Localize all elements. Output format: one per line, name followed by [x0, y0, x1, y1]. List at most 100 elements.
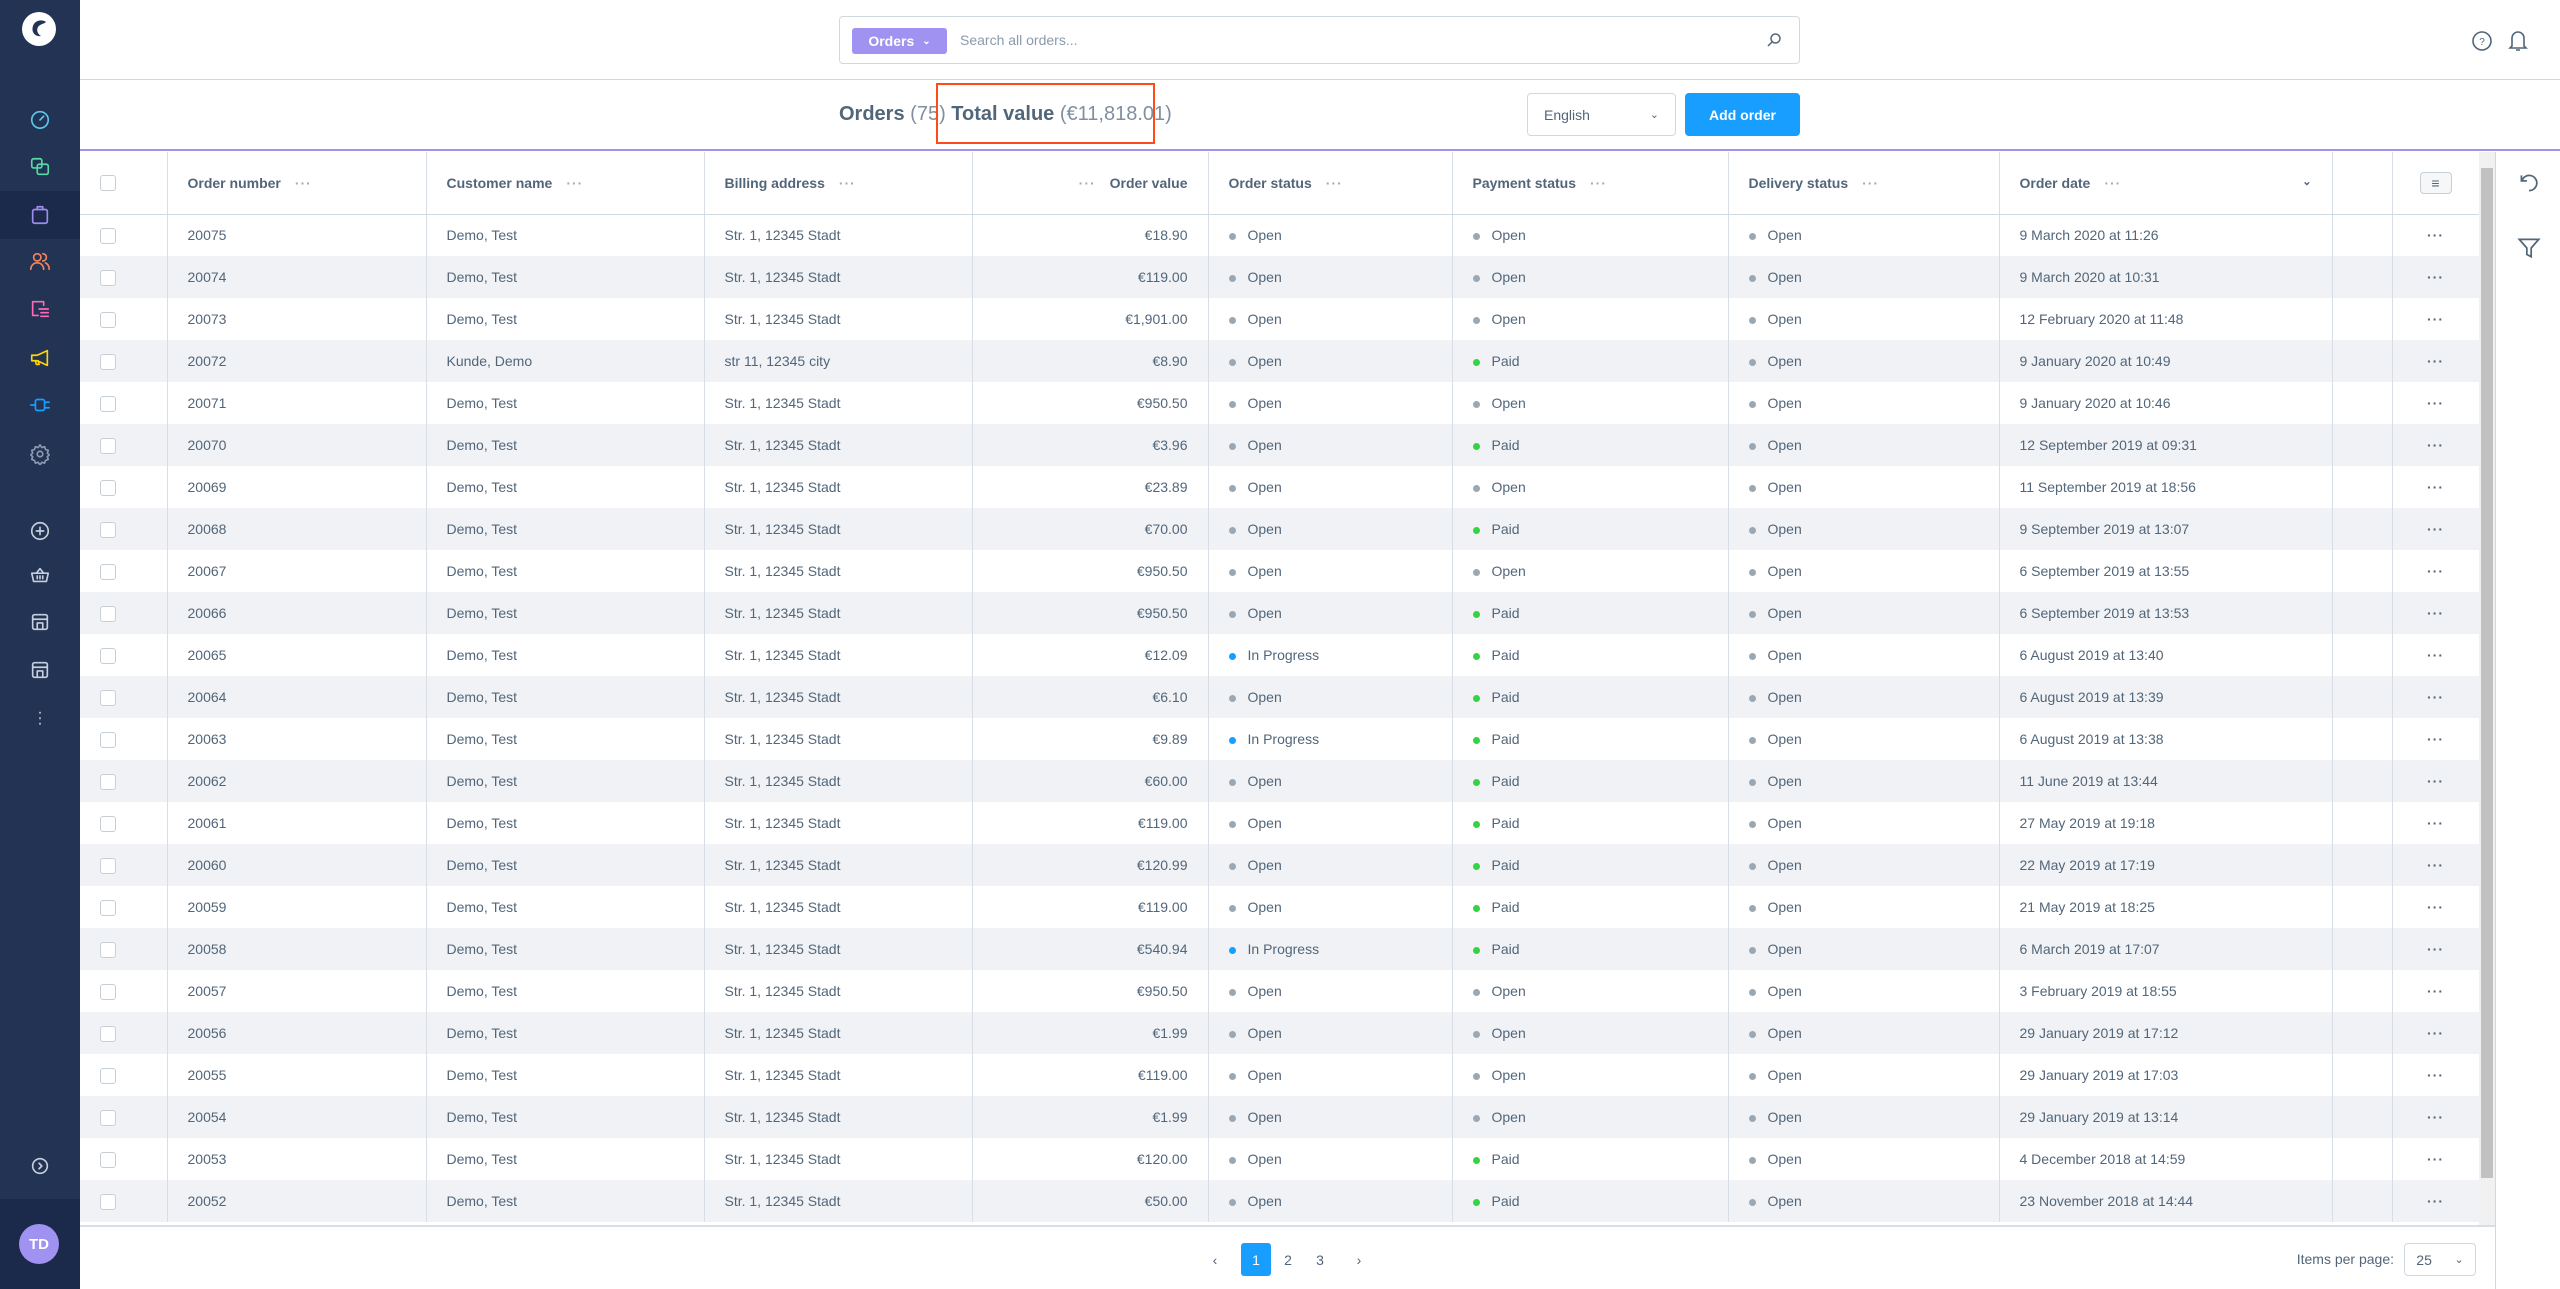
help-icon[interactable]: ? — [2470, 29, 2494, 53]
order-number-cell[interactable]: 20066 — [167, 592, 427, 634]
order-number[interactable]: 20056 — [188, 1025, 227, 1041]
search-icon[interactable] — [1765, 31, 1783, 49]
row-checkbox[interactable] — [100, 395, 116, 412]
order-number[interactable]: 20065 — [188, 647, 227, 663]
column-header[interactable]: ··· Order value — [972, 152, 1209, 215]
order-number[interactable]: 20064 — [188, 689, 227, 705]
table-row[interactable]: 20054 Demo, Test Str. 1, 12345 Stadt €1.99 O… — [80, 1096, 2479, 1138]
row-checkbox[interactable] — [100, 1109, 116, 1126]
items-per-page-select[interactable]: 25 ⌄ — [2404, 1243, 2476, 1276]
row-checkbox[interactable] — [100, 521, 116, 538]
row-actions-button[interactable]: ··· — [2427, 773, 2444, 789]
next-page-button[interactable]: › — [1344, 1243, 1374, 1276]
table-row[interactable]: 20055 Demo, Test Str. 1, 12345 Stadt €119.0… — [80, 1054, 2479, 1096]
table-row[interactable]: 20052 Demo, Test Str. 1, 12345 Stadt €50.00… — [80, 1180, 2479, 1222]
search-input[interactable] — [960, 25, 1740, 55]
column-header[interactable]: Customer name ··· — [426, 152, 705, 215]
order-number-cell[interactable]: 20065 — [167, 634, 427, 676]
row-checkbox[interactable] — [100, 773, 116, 790]
column-menu-icon[interactable]: ··· — [2104, 175, 2121, 191]
grid-scrollbar-thumb[interactable] — [2481, 168, 2493, 1178]
order-number[interactable]: 20057 — [188, 983, 227, 999]
order-number[interactable]: 20068 — [188, 521, 227, 537]
order-number-cell[interactable]: 20061 — [167, 802, 427, 844]
row-checkbox[interactable] — [100, 1067, 116, 1084]
row-actions-button[interactable]: ··· — [2427, 521, 2444, 537]
order-number-cell[interactable]: 20067 — [167, 550, 427, 592]
row-actions-button[interactable]: ··· — [2427, 437, 2444, 453]
table-row[interactable]: 20053 Demo, Test Str. 1, 12345 Stadt €120.0… — [80, 1138, 2479, 1180]
row-checkbox[interactable] — [100, 311, 116, 328]
order-number-cell[interactable]: 20056 — [167, 1012, 427, 1054]
row-actions-button[interactable]: ··· — [2427, 731, 2444, 747]
column-menu-icon[interactable]: ··· — [295, 175, 312, 191]
column-menu-icon[interactable]: ··· — [566, 175, 583, 191]
table-row[interactable]: 20058 Demo, Test Str. 1, 12345 Stadt €540.9… — [80, 928, 2479, 970]
table-row[interactable]: 20066 Demo, Test Str. 1, 12345 Stadt €950.5… — [80, 592, 2479, 634]
order-number[interactable]: 20058 — [188, 941, 227, 957]
row-checkbox[interactable] — [100, 857, 116, 874]
row-actions-button[interactable]: ··· — [2427, 857, 2444, 873]
table-row[interactable]: 20064 Demo, Test Str. 1, 12345 Stadt €6.10 O… — [80, 676, 2479, 718]
order-number-cell[interactable]: 20057 — [167, 970, 427, 1012]
shopware-logo[interactable] — [20, 10, 58, 48]
row-checkbox[interactable] — [100, 815, 116, 832]
sidebar-item-marketing[interactable] — [0, 338, 80, 378]
bell-icon[interactable] — [2506, 28, 2530, 54]
order-number-cell[interactable]: 20054 — [167, 1096, 427, 1138]
sidebar-item-catalogues[interactable] — [0, 147, 80, 187]
column-header[interactable]: Delivery status ··· — [1728, 152, 2000, 215]
order-number[interactable]: 20053 — [188, 1151, 227, 1167]
column-menu-icon[interactable]: ··· — [1079, 175, 1096, 191]
row-actions-button[interactable]: ··· — [2427, 563, 2444, 579]
order-number-cell[interactable]: 20052 — [167, 1180, 427, 1222]
search-type-dropdown[interactable]: Orders ⌄ — [852, 28, 947, 54]
order-number-cell[interactable]: 20059 — [167, 886, 427, 928]
row-checkbox[interactable] — [100, 689, 116, 706]
table-row[interactable]: 20073 Demo, Test Str. 1, 12345 Stadt €1,901… — [80, 298, 2479, 340]
row-actions-button[interactable]: ··· — [2427, 227, 2444, 243]
order-number-cell[interactable]: 20053 — [167, 1138, 427, 1180]
row-checkbox[interactable] — [100, 647, 116, 664]
column-settings-button[interactable]: ≡ — [2419, 171, 2452, 194]
sidebar-sales-channel-store-1[interactable] — [0, 602, 80, 642]
refresh-icon[interactable] — [2516, 170, 2542, 196]
order-number[interactable]: 20069 — [188, 479, 227, 495]
sidebar-item-settings[interactable] — [0, 434, 80, 474]
filter-icon[interactable] — [2516, 235, 2542, 261]
sidebar-item-content[interactable] — [0, 289, 80, 329]
row-actions-button[interactable]: ··· — [2427, 395, 2444, 411]
order-number-cell[interactable]: 20070 — [167, 424, 427, 466]
column-menu-icon[interactable]: ··· — [1326, 175, 1343, 191]
order-number-cell[interactable]: 20064 — [167, 676, 427, 718]
order-number[interactable]: 20059 — [188, 899, 227, 915]
order-number-cell[interactable]: 20058 — [167, 928, 427, 970]
order-number-cell[interactable]: 20071 — [167, 382, 427, 424]
row-checkbox[interactable] — [100, 899, 116, 916]
avatar[interactable]: TD — [19, 1224, 59, 1264]
row-actions-button[interactable]: ··· — [2427, 1025, 2444, 1041]
row-checkbox[interactable] — [100, 1025, 116, 1042]
row-actions-button[interactable]: ··· — [2427, 899, 2444, 915]
row-checkbox[interactable] — [100, 269, 116, 286]
order-number[interactable]: 20072 — [188, 353, 227, 369]
row-actions-button[interactable]: ··· — [2427, 983, 2444, 999]
table-row[interactable]: 20056 Demo, Test Str. 1, 12345 Stadt €1.99 O… — [80, 1012, 2479, 1054]
page-button-1[interactable]: 1 — [1241, 1243, 1271, 1276]
row-checkbox[interactable] — [100, 563, 116, 580]
order-number-cell[interactable]: 20062 — [167, 760, 427, 802]
language-select[interactable]: English ⌄ — [1527, 93, 1676, 136]
order-number[interactable]: 20060 — [188, 857, 227, 873]
order-number[interactable]: 20075 — [188, 227, 227, 243]
row-checkbox[interactable] — [100, 1151, 116, 1168]
table-row[interactable]: 20072 Kunde, Demo str 11, 12345 city €8.90 O… — [80, 340, 2479, 382]
order-number-cell[interactable]: 20073 — [167, 298, 427, 340]
row-actions-button[interactable]: ··· — [2427, 689, 2444, 705]
page-button-2[interactable]: 2 — [1273, 1243, 1303, 1276]
column-header[interactable]: Payment status ··· — [1452, 152, 1729, 215]
row-checkbox[interactable] — [100, 731, 116, 748]
row-actions-button[interactable]: ··· — [2427, 1151, 2444, 1167]
order-number-cell[interactable]: 20069 — [167, 466, 427, 508]
row-checkbox[interactable] — [100, 437, 116, 454]
row-actions-button[interactable]: ··· — [2427, 815, 2444, 831]
